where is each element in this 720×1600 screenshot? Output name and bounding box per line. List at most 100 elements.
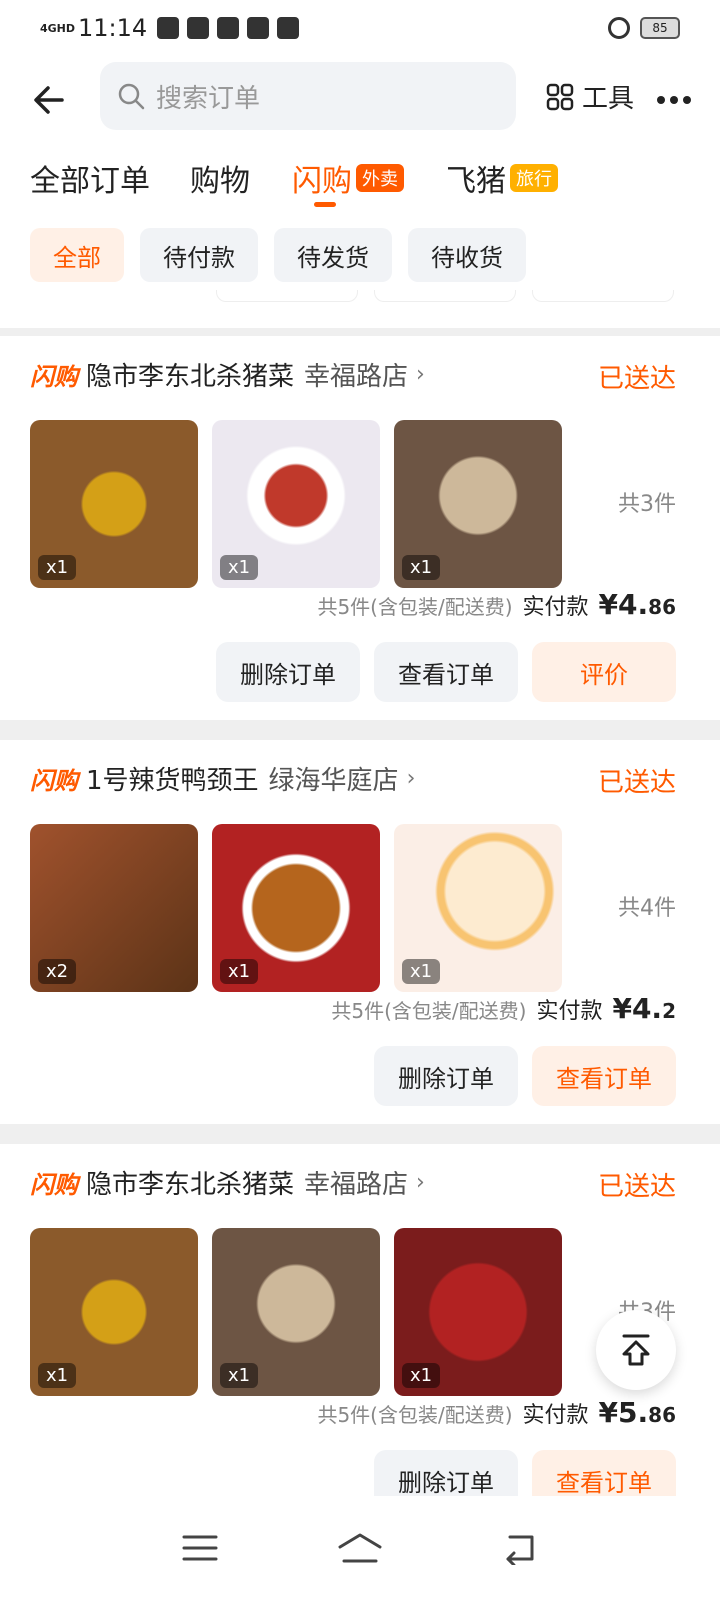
product-image[interactable]: x1 bbox=[30, 1228, 198, 1396]
item-quantity: x1 bbox=[402, 959, 441, 984]
search-placeholder: 搜索订单 bbox=[156, 83, 261, 114]
order-status: 已送达 bbox=[597, 364, 676, 394]
item-quantity: x1 bbox=[402, 555, 441, 580]
order-card[interactable]: 闪购 1号辣货鸭颈王 绿海华庭店 › 已送达 x2 x1 x1 共4件 共5件(… bbox=[0, 740, 720, 1124]
payment-summary: 共5件(含包装/配送费) 实付款 ¥4.86 bbox=[317, 588, 676, 621]
fee-note: 共5件(含包装/配送费) bbox=[317, 1403, 513, 1427]
home-button[interactable] bbox=[330, 1518, 390, 1578]
travel-badge: 旅行 bbox=[510, 164, 558, 192]
tools-label: 工具 bbox=[582, 84, 635, 114]
search-input[interactable]: 搜索订单 bbox=[100, 62, 516, 130]
dot-icon bbox=[683, 96, 691, 104]
return-icon bbox=[506, 1535, 534, 1565]
scroll-top-icon bbox=[622, 1334, 650, 1366]
dot-icon bbox=[657, 96, 665, 104]
item-quantity: x1 bbox=[38, 1363, 77, 1388]
partial-button bbox=[216, 290, 358, 302]
paid-amount: ¥4.2 bbox=[612, 992, 676, 1025]
product-image[interactable]: x2 bbox=[30, 824, 198, 992]
product-image[interactable]: x1 bbox=[394, 824, 562, 992]
store-name: 隐市李东北杀猪菜 bbox=[86, 362, 295, 392]
status-bar: 4GHD 11:14 85 bbox=[0, 0, 720, 56]
store-header[interactable]: 闪购 隐市李东北杀猪菜 幸福路店 › bbox=[30, 1164, 425, 1201]
search-icon bbox=[118, 83, 145, 110]
product-image[interactable]: x1 bbox=[394, 420, 562, 588]
back-arrow-icon bbox=[34, 86, 64, 114]
delete-order-button[interactable]: 删除订单 bbox=[216, 642, 360, 702]
payment-summary: 共5件(含包装/配送费) 实付款 ¥4.2 bbox=[331, 992, 676, 1025]
back-button[interactable] bbox=[28, 78, 72, 122]
status-notification-icons bbox=[157, 17, 300, 39]
tools-button[interactable]: 工具 bbox=[546, 78, 634, 115]
paid-label: 实付款 bbox=[522, 595, 589, 620]
more-options-button[interactable] bbox=[652, 78, 696, 122]
review-button[interactable]: 评价 bbox=[532, 642, 676, 702]
filter-all[interactable]: 全部 bbox=[30, 228, 124, 282]
filter-pending-payment[interactable]: 待付款 bbox=[140, 228, 258, 282]
chevron-right-icon: › bbox=[406, 766, 416, 791]
partial-button bbox=[374, 290, 516, 302]
takeout-badge: 外卖 bbox=[356, 164, 404, 192]
fee-note: 共5件(含包装/配送费) bbox=[317, 595, 513, 619]
delete-order-button[interactable]: 删除订单 bbox=[374, 1046, 518, 1106]
store-branch: 幸福路店 bbox=[304, 1170, 409, 1200]
item-count: 共4件 bbox=[618, 896, 676, 921]
tab-fliggy[interactable]: 飞猪 旅行 bbox=[446, 156, 558, 200]
send-icon bbox=[277, 17, 300, 39]
order-status-filter: 全部 待付款 待发货 待收货 bbox=[0, 228, 720, 284]
back-nav-button[interactable] bbox=[490, 1518, 550, 1578]
status-time: 11:14 bbox=[78, 14, 148, 42]
store-header[interactable]: 闪购 隐市李东北杀猪菜 幸福路店 › bbox=[30, 356, 425, 393]
active-tab-indicator bbox=[314, 202, 336, 207]
view-order-button[interactable]: 查看订单 bbox=[374, 642, 518, 702]
item-count: 共3件 bbox=[618, 492, 676, 517]
store-name: 1号辣货鸭颈王 bbox=[86, 766, 259, 796]
header: 搜索订单 工具 全部订单 购物 闪购 外卖 飞猪 旅行 全部 待付款 待发货 待收货 bbox=[0, 56, 720, 328]
item-quantity: x1 bbox=[220, 1363, 259, 1388]
product-image[interactable]: x1 bbox=[212, 1228, 380, 1396]
view-order-button[interactable]: 查看订单 bbox=[532, 1046, 676, 1106]
chevron-right-icon: › bbox=[416, 362, 425, 387]
product-image[interactable]: x1 bbox=[212, 420, 380, 588]
chevron-right-icon: › bbox=[416, 1170, 425, 1195]
product-image[interactable]: x1 bbox=[394, 1228, 562, 1396]
fee-note: 共5件(含包装/配送费) bbox=[331, 999, 527, 1023]
dot-icon bbox=[670, 96, 678, 104]
store-branch: 绿海华庭店 bbox=[268, 766, 399, 796]
store-branch: 幸福路店 bbox=[304, 362, 409, 392]
scroll-to-top-button[interactable] bbox=[596, 1310, 676, 1390]
item-quantity: x2 bbox=[38, 959, 77, 984]
paid-label: 实付款 bbox=[536, 999, 603, 1024]
taobao-icon bbox=[187, 17, 210, 39]
item-quantity: x1 bbox=[402, 1363, 441, 1388]
payment-summary: 共5件(含包装/配送费) 实付款 ¥5.86 bbox=[317, 1396, 676, 1429]
tab-flash-buy[interactable]: 闪购 外卖 bbox=[292, 156, 404, 200]
filter-pending-receipt[interactable]: 待收货 bbox=[408, 228, 526, 282]
tab-all-orders[interactable]: 全部订单 bbox=[30, 156, 150, 200]
grid-icon bbox=[546, 83, 574, 110]
product-image[interactable]: x1 bbox=[30, 420, 198, 588]
store-header[interactable]: 闪购 1号辣货鸭颈王 绿海华庭店 › bbox=[30, 760, 415, 797]
signal-icon: 4GHD bbox=[40, 21, 76, 35]
alarm-icon bbox=[608, 17, 630, 39]
order-card[interactable]: 闪购 隐市李东北杀猪菜 幸福路店 › 已送达 x1 x1 x1 共3件 共5件(… bbox=[0, 336, 720, 720]
paid-label: 实付款 bbox=[522, 1403, 589, 1428]
product-image[interactable]: x1 bbox=[212, 824, 380, 992]
partial-button bbox=[532, 290, 674, 302]
paid-amount: ¥5.86 bbox=[598, 1396, 676, 1429]
store-name: 隐市李东北杀猪菜 bbox=[86, 1170, 295, 1200]
item-quantity: x1 bbox=[220, 555, 259, 580]
order-status: 已送达 bbox=[597, 1172, 676, 1202]
order-category-tabs: 全部订单 购物 闪购 外卖 飞猪 旅行 bbox=[0, 156, 720, 216]
system-navigation-bar bbox=[0, 1496, 720, 1600]
taobao-icon bbox=[217, 17, 240, 39]
battery-icon: 85 bbox=[640, 17, 680, 39]
item-quantity: x1 bbox=[38, 555, 77, 580]
filter-pending-shipment[interactable]: 待发货 bbox=[274, 228, 392, 282]
menu-button[interactable] bbox=[170, 1518, 230, 1578]
wechat-icon bbox=[247, 17, 270, 39]
tab-shopping[interactable]: 购物 bbox=[190, 156, 250, 200]
flash-buy-logo: 闪购 bbox=[30, 767, 78, 795]
flash-buy-logo: 闪购 bbox=[30, 363, 78, 391]
item-quantity: x1 bbox=[220, 959, 259, 984]
